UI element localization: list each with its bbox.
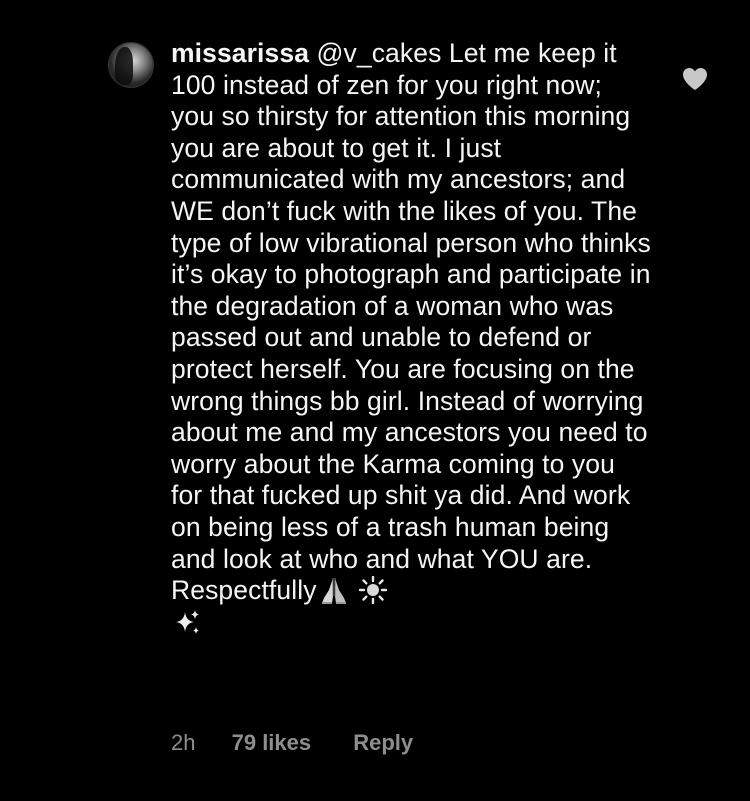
comment: missarissa @v_cakes Let me keep it 100 i…	[0, 0, 750, 801]
likes-count[interactable]: 79 likes	[232, 729, 312, 757]
avatar[interactable]	[108, 42, 154, 88]
comment-meta: 2h 79 likes Reply	[171, 729, 413, 757]
sparkles-icon	[173, 608, 203, 636]
sun-icon	[358, 576, 388, 605]
comment-body: missarissa @v_cakes Let me keep it 100 i…	[171, 38, 651, 638]
reply-button[interactable]: Reply	[353, 729, 413, 757]
heart-icon[interactable]	[681, 66, 709, 92]
comment-username[interactable]: missarissa	[171, 38, 309, 68]
comment-timestamp: 2h	[171, 730, 196, 755]
folded-hands-icon	[319, 576, 349, 605]
comment-text: @v_cakes Let me keep it 100 instead of z…	[171, 38, 651, 606]
